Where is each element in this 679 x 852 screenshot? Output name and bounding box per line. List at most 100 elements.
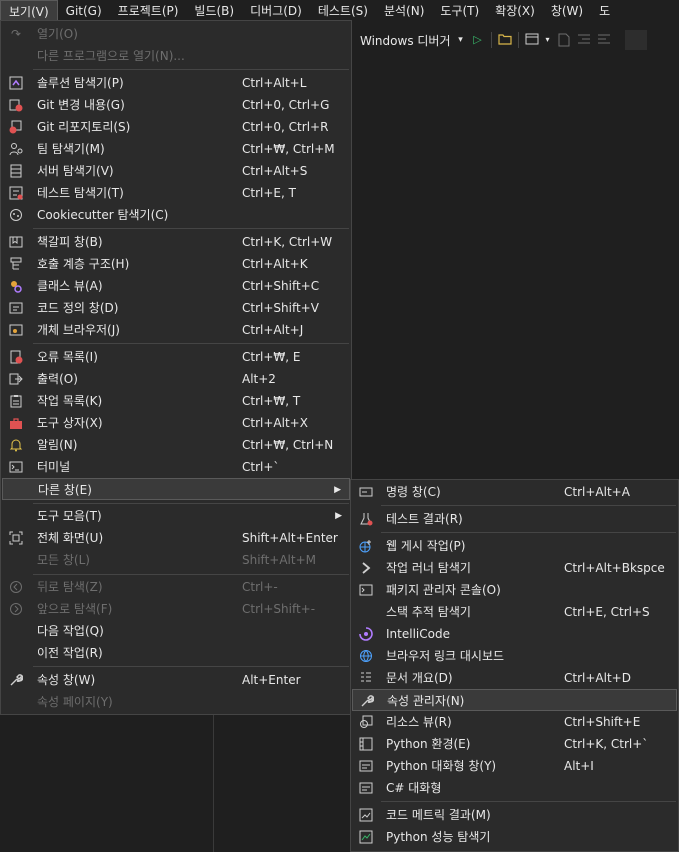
error-list-icon	[8, 350, 24, 364]
menu-item-open-with[interactable]: 다른 프로그램으로 열기(N)...	[2, 45, 350, 67]
menu-item-property-manager[interactable]: 속성 관리자(N)	[352, 689, 677, 711]
menu-item-git-changes[interactable]: Git 변경 내용(G) Ctrl+0, Ctrl+G	[2, 94, 350, 116]
menu-bar: 보기(V) Git(G) 프로젝트(P) 빌드(B) 디버그(D) 테스트(S)…	[0, 0, 679, 22]
menu-extensions[interactable]: 확장(X)	[487, 0, 543, 22]
menu-item-label: 앞으로 탐색(F)	[37, 602, 113, 616]
menu-item-next-task[interactable]: 다음 작업(Q)	[2, 620, 350, 642]
menu-item-resource-view[interactable]: 리소스 뷰(R) Ctrl+Shift+E	[352, 711, 677, 733]
menu-item-code-metrics[interactable]: 코드 메트릭 결과(M)	[352, 804, 677, 826]
window-layout-icon[interactable]	[525, 33, 539, 47]
menu-item-shortcut: Alt+2	[242, 372, 276, 386]
menu-analyze[interactable]: 분석(N)	[376, 0, 432, 22]
menu-item-cookiecutter[interactable]: Cookiecutter 탐색기(C)	[2, 204, 350, 226]
menu-item-class-view[interactable]: 클래스 뷰(A) Ctrl+Shift+C	[2, 275, 350, 297]
menu-git[interactable]: Git(G)	[58, 0, 110, 22]
menu-item-shortcut: Ctrl+Shift+-	[242, 602, 316, 616]
menu-item-git-repository[interactable]: Git 리포지토리(S) Ctrl+0, Ctrl+R	[2, 116, 350, 138]
menu-item-navigate-forward[interactable]: 앞으로 탐색(F) Ctrl+Shift+-	[2, 598, 350, 620]
menu-tools[interactable]: 도구(T)	[432, 0, 487, 22]
menu-item-python-performance[interactable]: Python 성능 탐색기	[352, 826, 677, 848]
menu-item-terminal[interactable]: 터미널 Ctrl+`	[2, 456, 350, 478]
menu-project[interactable]: 프로젝트(P)	[110, 0, 187, 22]
menu-item-previous-task[interactable]: 이전 작업(R)	[2, 642, 350, 664]
menu-item-shortcut: Ctrl+Shift+V	[242, 301, 319, 315]
menu-item-error-list[interactable]: 오류 목록(I) Ctrl+₩, E	[2, 346, 350, 368]
menu-item-bookmark-window[interactable]: 책갈피 창(B) Ctrl+K, Ctrl+W	[2, 231, 350, 253]
menu-item-server-explorer[interactable]: 서버 탐색기(V) Ctrl+Alt+S	[2, 160, 350, 182]
chevron-down-icon[interactable]: ▾	[545, 33, 551, 47]
wrench-icon	[359, 694, 375, 708]
menu-item-shortcut: Ctrl+Alt+Bkspce	[564, 561, 665, 575]
menu-item-code-definition[interactable]: 코드 정의 창(D) Ctrl+Shift+V	[2, 297, 350, 319]
menu-item-label: 도구 모음(T)	[37, 509, 102, 523]
menu-item-label: Python 성능 탐색기	[386, 830, 491, 844]
menu-view[interactable]: 보기(V)	[0, 0, 58, 22]
menu-item-other-windows[interactable]: 다른 창(E) ▶	[2, 478, 350, 500]
menu-item-properties-window[interactable]: 속성 창(W) Alt+Enter	[2, 669, 350, 691]
menu-item-solution-explorer[interactable]: 솔루션 탐색기(P) Ctrl+Alt+L	[2, 72, 350, 94]
menu-item-test-explorer[interactable]: 테스트 탐색기(T) Ctrl+E, T	[2, 182, 350, 204]
menu-item-label: Git 변경 내용(G)	[37, 98, 125, 112]
browser-link-icon	[358, 649, 374, 663]
menu-item-shortcut: Ctrl+Shift+C	[242, 279, 320, 293]
python-interactive-icon	[358, 759, 374, 773]
submenu-arrow-icon: ▶	[335, 511, 342, 521]
menu-item-toolbars[interactable]: 도구 모음(T) ▶	[2, 505, 350, 527]
outdent-icon[interactable]	[597, 33, 611, 47]
solution-explorer-icon	[8, 76, 24, 90]
document-icon[interactable]	[557, 33, 571, 47]
menu-item-package-console[interactable]: 패키지 관리자 콘솔(O)	[352, 579, 677, 601]
indent-icon[interactable]	[577, 33, 591, 47]
solution-panel-area	[0, 715, 213, 852]
menu-item-python-environments[interactable]: Python 환경(E) Ctrl+K, Ctrl+`	[352, 733, 677, 755]
menu-item-task-runner[interactable]: 작업 러너 탐색기 Ctrl+Alt+Bkspce	[352, 557, 677, 579]
menu-item-shortcut: Ctrl+E, T	[242, 186, 296, 200]
debugger-target-label[interactable]: Windows 디버거	[360, 32, 451, 49]
menu-test[interactable]: 테스트(S)	[310, 0, 376, 22]
menu-item-shortcut: Ctrl+Alt+K	[242, 257, 308, 271]
menu-item-shortcut: Ctrl+Shift+E	[564, 715, 641, 729]
server-explorer-icon	[8, 164, 24, 178]
separator	[381, 532, 676, 533]
menu-item-property-pages[interactable]: 속성 페이지(Y)	[2, 691, 350, 713]
menu-item-csharp-interactive[interactable]: C# 대화형	[352, 777, 677, 799]
menu-item-navigate-back[interactable]: 뒤로 탐색(Z) Ctrl+-	[2, 576, 350, 598]
menu-build[interactable]: 빌드(B)	[186, 0, 242, 22]
menu-item-all-windows[interactable]: 모든 창(L) Shift+Alt+M	[2, 549, 350, 571]
menu-item-open[interactable]: ↷ 열기(O)	[2, 23, 350, 45]
menu-item-intellicode[interactable]: IntelliCode	[352, 623, 677, 645]
menu-item-full-screen[interactable]: 전체 화면(U) Shift+Alt+Enter	[2, 527, 350, 549]
menu-item-label: 클래스 뷰(A)	[37, 279, 103, 293]
menu-item-shortcut: Ctrl+₩, T	[242, 394, 301, 408]
play-icon[interactable]: ▷	[471, 33, 485, 47]
toolbar-overflow[interactable]	[624, 30, 647, 50]
menu-item-browser-link[interactable]: 브라우저 링크 대시보드	[352, 645, 677, 667]
menu-item-object-browser[interactable]: 개체 브라우저(J) Ctrl+Alt+J	[2, 319, 350, 341]
menu-debug[interactable]: 디버그(D)	[242, 0, 310, 22]
menu-item-shortcut: Ctrl+0, Ctrl+G	[242, 98, 330, 112]
menu-item-label: 스택 추적 탐색기	[386, 605, 471, 619]
menu-item-label: 팀 탐색기(M)	[37, 142, 105, 156]
menu-item-team-explorer[interactable]: 팀 탐색기(M) Ctrl+₩, Ctrl+M	[2, 138, 350, 160]
chevron-down-icon[interactable]: ▾	[457, 33, 465, 47]
menu-item-call-hierarchy[interactable]: 호출 계층 구조(H) Ctrl+Alt+K	[2, 253, 350, 275]
menu-window[interactable]: 창(W)	[543, 0, 591, 22]
menu-item-python-interactive[interactable]: Python 대화형 창(Y) Alt+I	[352, 755, 677, 777]
menu-item-test-results[interactable]: 테스트 결과(R)	[352, 508, 677, 530]
back-icon	[8, 580, 24, 594]
menu-help-truncated[interactable]: 도	[591, 0, 618, 22]
menu-item-toolbox[interactable]: 도구 상자(X) Ctrl+Alt+X	[2, 412, 350, 434]
menu-item-label: 도구 상자(X)	[37, 416, 103, 430]
menu-item-output[interactable]: 출력(O) Alt+2	[2, 368, 350, 390]
menu-item-task-list[interactable]: 작업 목록(K) Ctrl+₩, T	[2, 390, 350, 412]
menu-item-shortcut: Alt+Enter	[242, 673, 301, 687]
menu-item-notifications[interactable]: 알림(N) Ctrl+₩, Ctrl+N	[2, 434, 350, 456]
menu-item-stack-trace-explorer[interactable]: 스택 추적 탐색기 Ctrl+E, Ctrl+S	[352, 601, 677, 623]
menu-item-document-outline[interactable]: 문서 개요(D) Ctrl+Alt+D	[352, 667, 677, 689]
menu-item-command-window[interactable]: 명령 창(C) Ctrl+Alt+A	[352, 481, 677, 503]
object-browser-icon	[8, 323, 24, 337]
menu-item-shortcut: Shift+Alt+M	[242, 553, 316, 567]
menu-item-web-publish[interactable]: 웹 게시 작업(P)	[352, 535, 677, 557]
menu-item-label: 속성 창(W)	[37, 673, 96, 687]
folder-icon[interactable]	[497, 33, 512, 47]
